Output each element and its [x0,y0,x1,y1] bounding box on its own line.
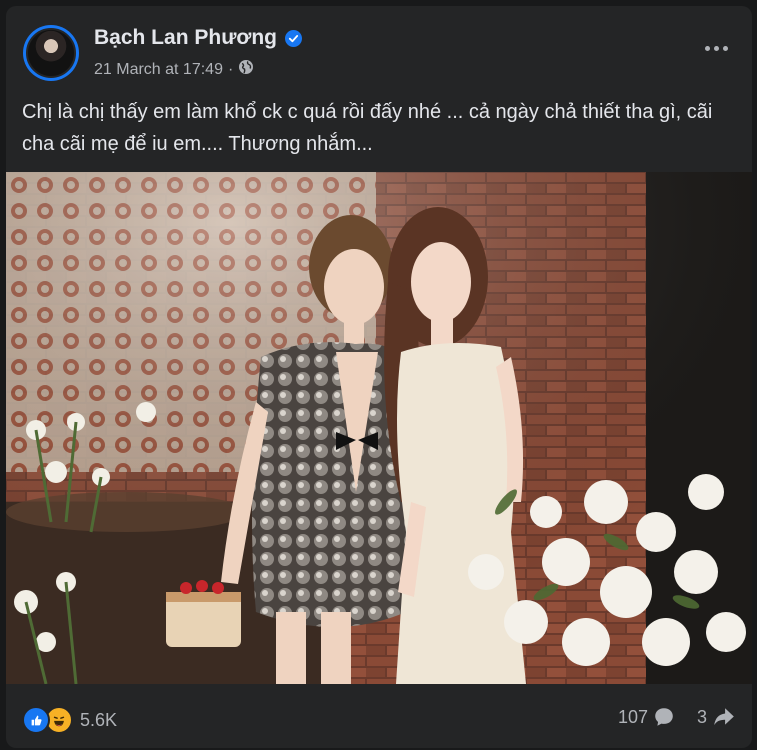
post-footer: 5.6K 107 3 [6,686,752,748]
more-dot [713,45,719,51]
globe-icon[interactable] [238,59,254,80]
avatar-image [26,28,76,78]
more-options-button[interactable] [698,36,734,60]
author-name[interactable]: Bạch Lan Phương [94,26,277,50]
reactions-summary[interactable]: 5.6K [22,706,117,734]
verified-badge-icon [284,29,302,47]
comment-count: 107 [617,706,648,727]
post-card: Bạch Lan Phương 21 March at 17:49 · Chị … [6,6,752,748]
post-timestamp[interactable]: 21 March at 17:49 [94,61,223,79]
author-row: Bạch Lan Phương [94,26,302,50]
post-photo[interactable] [6,172,752,684]
more-horizontal-icon [704,45,710,51]
share-icon [714,708,734,726]
comment-count-button[interactable]: 107 [618,706,675,728]
post-text: Chị là chị thấy em làm khổ ck c quá rồi … [22,101,713,155]
post-meta: 21 March at 17:49 · [94,59,254,80]
like-icon [22,706,50,734]
more-dot [722,45,728,51]
reaction-count: 5.6K [80,709,118,730]
author-avatar[interactable] [23,25,79,81]
share-count: 3 [696,706,707,727]
post-header: Bạch Lan Phương 21 March at 17:49 · [6,6,752,94]
engagement-counts: 107 3 [596,706,736,728]
meta-separator: · [227,60,234,78]
comment-icon [655,708,673,726]
share-count-button[interactable]: 3 [697,706,736,728]
photo-image [6,172,752,684]
